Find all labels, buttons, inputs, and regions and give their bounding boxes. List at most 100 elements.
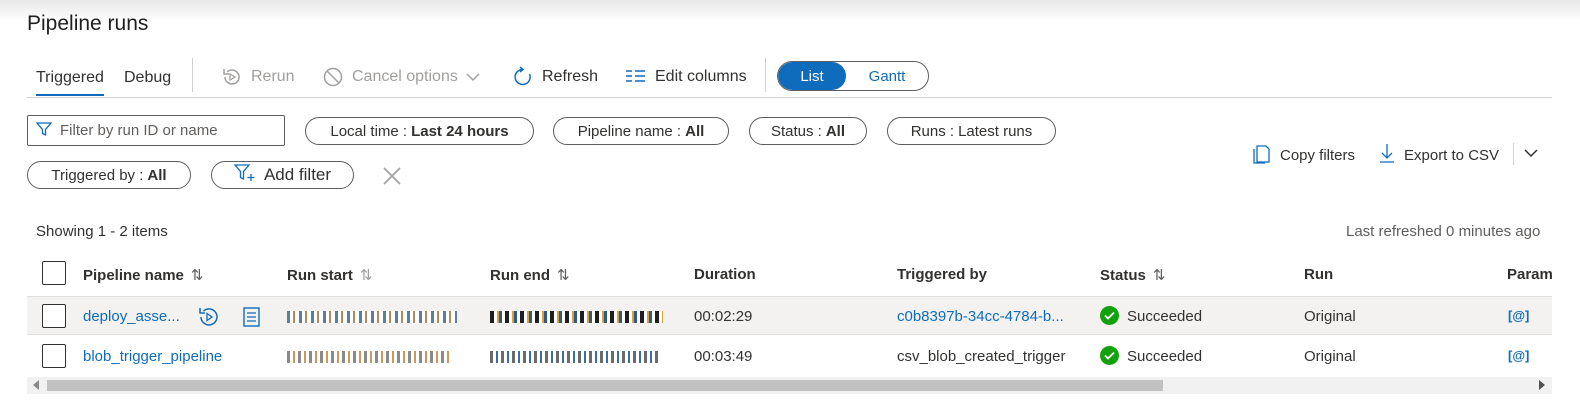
status-badge: Succeeded	[1100, 305, 1202, 325]
column-header-pipeline-name[interactable]: Pipeline name ⇅	[83, 266, 203, 285]
status-badge: Succeeded	[1100, 345, 1202, 365]
column-header-label: Param	[1507, 266, 1553, 283]
export-menu-button[interactable]	[1523, 146, 1539, 163]
column-header-duration[interactable]: Duration	[694, 266, 756, 283]
pipeline-name-link[interactable]: blob_trigger_pipeline	[83, 348, 222, 365]
search-input[interactable]	[60, 122, 270, 139]
column-header-run[interactable]: Run	[1304, 266, 1333, 283]
copy-icon	[1251, 142, 1271, 168]
edit-columns-label: Edit columns	[655, 68, 747, 85]
column-header-label: Pipeline name	[83, 266, 184, 284]
checkmark-icon	[1100, 305, 1119, 325]
items-count: Showing 1 - 2 items	[36, 223, 168, 240]
status-text: Succeeded	[1127, 308, 1203, 325]
refresh-label: Refresh	[542, 68, 599, 85]
local-time-filter-label: Local time :	[330, 122, 408, 140]
view-list-button[interactable]: List	[778, 62, 846, 90]
pipeline-name-filter[interactable]: Pipeline name : All	[553, 117, 729, 145]
column-header-triggered-by[interactable]: Triggered by	[897, 266, 987, 283]
scroll-left-arrow-icon[interactable]	[33, 380, 39, 390]
checkmark-icon	[1100, 345, 1119, 365]
run-type-value: Original	[1304, 348, 1356, 365]
column-header-label: Duration	[694, 266, 756, 283]
status-filter[interactable]: Status : All	[749, 117, 867, 145]
local-time-filter[interactable]: Local time : Last 24 hours	[305, 117, 534, 145]
tab-triggered[interactable]: Triggered	[36, 69, 104, 96]
runs-filter-label: Runs :	[910, 122, 955, 140]
view-consumption-button[interactable]	[242, 306, 262, 332]
runs-filter[interactable]: Runs : Latest runs	[887, 117, 1056, 145]
edit-columns-icon	[625, 66, 647, 88]
sort-icon: ⇅	[359, 267, 373, 284]
column-header-status[interactable]: Status ⇅	[1100, 266, 1166, 285]
export-csv-label: Export to CSV	[1404, 146, 1500, 164]
page-title: Pipeline runs	[27, 12, 149, 35]
actions-divider	[1513, 143, 1514, 165]
column-header-run-end[interactable]: Run end ⇅	[490, 266, 570, 285]
runs-filter-value: Latest runs	[958, 122, 1033, 140]
add-filter-icon	[233, 163, 256, 188]
view-gantt-button[interactable]: Gantt	[846, 62, 928, 90]
parameters-icon[interactable]: [@]	[1508, 308, 1529, 323]
scroll-right-arrow-icon[interactable]	[1539, 380, 1545, 390]
refresh-button[interactable]: Refresh	[512, 64, 598, 90]
run-end-redacted	[490, 351, 660, 363]
last-refreshed: Last refreshed 0 minutes ago	[1346, 223, 1541, 240]
chevron-down-icon	[466, 72, 480, 82]
pipeline-name-filter-value: All	[685, 122, 705, 140]
toolbar-underline	[27, 97, 1552, 98]
filter-icon	[35, 121, 53, 141]
rerun-icon	[221, 66, 243, 88]
download-icon	[1379, 142, 1395, 168]
triggered-by-filter-label: Triggered by :	[51, 166, 144, 184]
rerun-button[interactable]: Rerun	[221, 64, 295, 90]
sort-icon: ⇅	[557, 267, 570, 284]
rerun-label: Rerun	[251, 68, 295, 85]
toolbar-divider	[765, 58, 766, 92]
document-icon	[242, 307, 262, 332]
copy-filters-button[interactable]: Copy filters	[1251, 142, 1355, 168]
rerun-icon	[197, 308, 221, 333]
triggered-by-value: csv_blob_created_trigger	[897, 348, 1066, 365]
column-header-label: Run end	[490, 266, 550, 284]
row-checkbox[interactable]	[42, 344, 66, 368]
cancel-icon	[322, 66, 344, 88]
add-filter-label: Add filter	[263, 165, 332, 184]
pipeline-name-filter-label: Pipeline name :	[577, 122, 682, 140]
triggered-by-filter-value: All	[147, 166, 167, 184]
select-all-checkbox[interactable]	[42, 261, 66, 285]
row-checkbox[interactable]	[42, 304, 66, 328]
column-header-label: Run start	[287, 266, 353, 284]
run-start-redacted	[287, 351, 452, 363]
pipeline-name-link[interactable]: deploy_asse...	[83, 308, 180, 325]
column-header-label: Triggered by	[897, 266, 988, 283]
column-header-label: Status	[1100, 266, 1146, 284]
sort-icon: ⇅	[1152, 267, 1166, 284]
column-header-parameters[interactable]: Param	[1507, 266, 1553, 283]
triggered-by-filter[interactable]: Triggered by : All	[27, 161, 191, 189]
status-text: Succeeded	[1127, 348, 1203, 365]
run-type-value: Original	[1304, 308, 1356, 325]
export-csv-button[interactable]: Export to CSV	[1379, 142, 1499, 168]
column-header-run-start[interactable]: Run start ⇅	[287, 266, 373, 285]
duration-value: 00:02:29	[694, 308, 753, 325]
rerun-row-button[interactable]	[197, 305, 221, 333]
copy-filters-label: Copy filters	[1280, 146, 1356, 164]
scrollbar-thumb[interactable]	[47, 380, 1163, 391]
chevron-down-icon	[1523, 146, 1539, 163]
local-time-filter-value: Last 24 hours	[411, 122, 509, 140]
cancel-options-label: Cancel options	[352, 68, 458, 85]
close-icon	[381, 167, 403, 191]
parameters-icon[interactable]: [@]	[1508, 348, 1529, 363]
cancel-options-button[interactable]: Cancel options	[322, 64, 480, 90]
add-filter-button[interactable]: Add filter	[211, 161, 354, 189]
duration-value: 00:03:49	[694, 348, 753, 365]
column-header-label: Run	[1304, 266, 1334, 283]
horizontal-scrollbar[interactable]	[27, 377, 1552, 394]
triggered-by-link[interactable]: c0b8397b-34cc-4784-b...	[897, 308, 1064, 325]
clear-filters-button[interactable]	[381, 165, 403, 187]
run-start-redacted	[287, 311, 457, 323]
tab-debug[interactable]: Debug	[124, 69, 171, 87]
run-end-redacted	[490, 311, 663, 323]
edit-columns-button[interactable]: Edit columns	[625, 64, 747, 90]
